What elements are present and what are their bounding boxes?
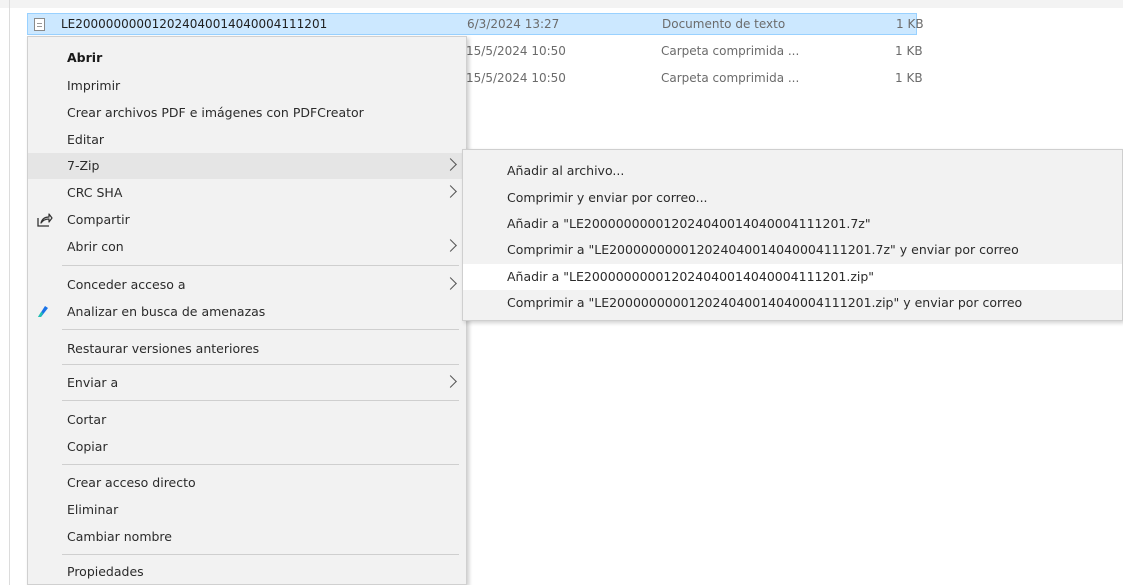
menu-item-label: CRC SHA — [67, 185, 123, 200]
menu-item-edit[interactable]: Editar — [28, 127, 466, 153]
submenu-item-add-7z[interactable]: Añadir a "LE2000000000120240400140400041… — [463, 211, 1122, 237]
chevron-right-icon — [444, 158, 457, 171]
submenu-item-label: Añadir a "LE2000000000120240400140400041… — [507, 216, 871, 231]
menu-separator — [62, 464, 459, 465]
file-type: Carpeta comprimida ... — [661, 71, 800, 85]
menu-separator — [62, 400, 459, 401]
submenu-item-label: Comprimir a "LE2000000000120240400140400… — [507, 295, 1023, 310]
submenu-item-add-zip[interactable]: Añadir a "LE2000000000120240400140400041… — [463, 264, 1122, 290]
menu-item-open-with[interactable]: Abrir con — [28, 234, 466, 260]
submenu-7zip: Añadir al archivo... Comprimir y enviar … — [462, 149, 1123, 321]
file-size: 1 KB — [896, 17, 924, 31]
submenu-item-label: Comprimir y enviar por correo... — [507, 190, 708, 205]
menu-item-label: Abrir — [67, 50, 103, 65]
menu-item-pdfcreator[interactable]: Crear archivos PDF e imágenes con PDFCre… — [28, 100, 466, 126]
menu-item-label: Imprimir — [67, 78, 121, 93]
submenu-item-compress-email[interactable]: Comprimir y enviar por correo... — [463, 185, 1122, 211]
menu-item-label: Crear archivos PDF e imágenes con PDFCre… — [67, 105, 364, 120]
menu-item-label: Abrir con — [67, 239, 124, 254]
file-date: 15/5/2024 10:50 — [466, 44, 566, 58]
file-date: 6/3/2024 13:27 — [467, 17, 560, 31]
menu-item-cut[interactable]: Cortar — [28, 407, 466, 433]
menu-item-label: Compartir — [67, 212, 130, 227]
file-type: Documento de texto — [662, 17, 786, 31]
chevron-right-icon — [444, 375, 457, 388]
submenu-item-label: Añadir al archivo... — [507, 163, 625, 178]
menu-item-label: Propiedades — [67, 564, 144, 579]
submenu-item-label: Añadir a "LE2000000000120240400140400041… — [507, 269, 875, 284]
menu-separator — [62, 364, 459, 365]
menu-item-rename[interactable]: Cambiar nombre — [28, 524, 466, 550]
menu-item-delete[interactable]: Eliminar — [28, 497, 466, 523]
menu-item-label: Conceder acceso a — [67, 277, 186, 292]
menu-separator — [62, 329, 459, 330]
menu-item-open[interactable]: Abrir — [28, 45, 466, 71]
menu-item-label: Analizar en busca de amenazas — [67, 304, 266, 319]
menu-item-label: Cambiar nombre — [67, 529, 172, 544]
share-icon — [37, 213, 53, 227]
menu-item-7zip[interactable]: 7-Zip — [28, 153, 466, 179]
chevron-right-icon — [444, 277, 457, 290]
menu-item-label: Cortar — [67, 412, 107, 427]
explorer-top-strip — [0, 0, 1123, 8]
file-row-selected[interactable]: LE200000000012024040014040004111201 6/3/… — [27, 13, 924, 35]
menu-item-label: Copiar — [67, 439, 108, 454]
submenu-item-label: Comprimir a "LE2000000000120240400140400… — [507, 242, 1019, 257]
file-type: Carpeta comprimida ... — [661, 44, 800, 58]
menu-item-crc-sha[interactable]: CRC SHA — [28, 180, 466, 206]
chevron-right-icon — [444, 239, 457, 252]
menu-item-label: Enviar a — [67, 375, 119, 390]
file-size: 1 KB — [895, 44, 923, 58]
menu-item-send-to[interactable]: Enviar a — [28, 370, 466, 396]
menu-item-grant-access[interactable]: Conceder acceso a — [28, 272, 466, 298]
menu-item-label: Restaurar versiones anteriores — [67, 341, 260, 356]
defender-scan-icon — [38, 306, 48, 317]
submenu-item-compress-zip-email[interactable]: Comprimir a "LE2000000000120240400140400… — [463, 290, 1122, 316]
menu-item-print[interactable]: Imprimir — [28, 73, 466, 99]
menu-item-copy[interactable]: Copiar — [28, 434, 466, 460]
menu-item-shortcut[interactable]: Crear acceso directo — [28, 470, 466, 496]
menu-separator — [62, 554, 459, 555]
submenu-item-add-archive[interactable]: Añadir al archivo... — [463, 158, 1122, 184]
text-file-icon — [34, 18, 45, 31]
menu-item-properties[interactable]: Propiedades — [28, 559, 466, 585]
menu-item-restore[interactable]: Restaurar versiones anteriores — [28, 336, 466, 362]
menu-item-label: 7-Zip — [67, 158, 100, 173]
menu-item-label: Crear acceso directo — [67, 475, 196, 490]
file-size: 1 KB — [895, 71, 923, 85]
menu-item-scan[interactable]: Analizar en busca de amenazas — [28, 299, 466, 325]
chevron-right-icon — [444, 185, 457, 198]
menu-item-share[interactable]: Compartir — [28, 207, 466, 233]
menu-separator — [62, 265, 459, 266]
menu-item-label: Eliminar — [67, 502, 119, 517]
submenu-item-compress-7z-email[interactable]: Comprimir a "LE2000000000120240400140400… — [463, 237, 1122, 263]
context-menu: Abrir Imprimir Crear archivos PDF e imág… — [27, 36, 467, 585]
explorer-left-border — [9, 0, 10, 585]
file-date: 15/5/2024 10:50 — [466, 71, 566, 85]
file-name: LE200000000012024040014040004111201 — [61, 17, 328, 31]
menu-item-label: Editar — [67, 132, 105, 147]
